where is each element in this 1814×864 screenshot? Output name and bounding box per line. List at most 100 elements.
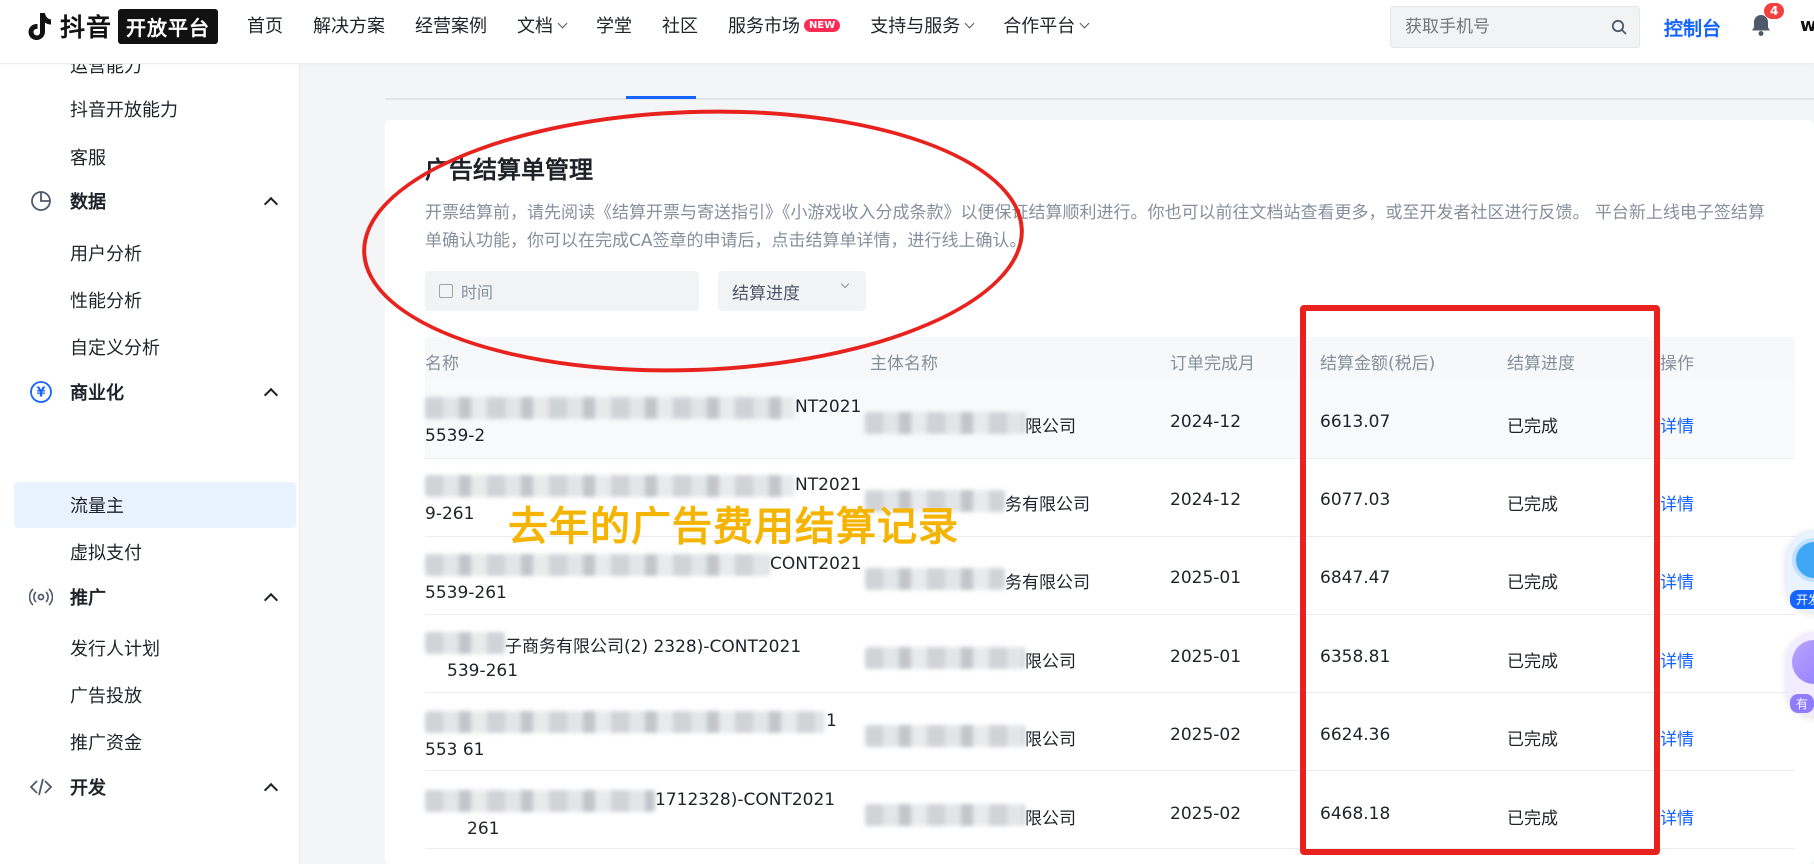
entity-cell-fragment: 限公司 (1025, 809, 1076, 829)
redacted-name (425, 632, 505, 654)
detail-link[interactable]: 详情 (1660, 568, 1694, 593)
new-badge: NEW (804, 18, 841, 32)
chevron-down-icon (557, 18, 568, 28)
sidebar-item-virtual-payment[interactable]: 虚拟支付 (70, 539, 142, 565)
sidebar-item-traffic-owner[interactable]: 流量主 (70, 492, 124, 518)
chevron-down-icon (1079, 18, 1090, 28)
name-cell-fragment: NT2021 (795, 397, 862, 417)
avatar[interactable]: w (1800, 15, 1814, 36)
sidebar-item-performance-analysis[interactable]: 性能分析 (70, 287, 142, 313)
nav-home[interactable]: 首页 (247, 12, 283, 38)
nav-partners[interactable]: 合作平台 (1003, 12, 1090, 38)
sidebar-group-develop[interactable]: 开发 (28, 774, 106, 800)
nav-support[interactable]: 支持与服务 (870, 12, 975, 38)
sidebar-item-promo-funds[interactable]: 推广资金 (70, 729, 142, 755)
entity-cell-fragment: 限公司 (1025, 417, 1076, 437)
name-cell-fragment: 9-261 (425, 504, 475, 524)
chevron-up-icon[interactable] (263, 782, 279, 798)
redacted-entity (865, 412, 1025, 434)
month-cell: 2025-01 (1170, 647, 1242, 667)
redacted-entity (865, 804, 1025, 826)
sidebar-item-operations[interactable]: 运营能力 (70, 64, 142, 78)
redacted-name (425, 397, 795, 419)
sidebar-group-data[interactable]: 数据 (28, 188, 106, 214)
nav-label: 首页 (247, 16, 283, 37)
douyin-logo-icon (28, 13, 51, 40)
entity-cell-fragment: 限公司 (1025, 730, 1076, 750)
column-header-name: 名称 (425, 354, 459, 374)
broadcast-icon (28, 584, 54, 610)
nav-label: 社区 (662, 16, 698, 37)
sidebar-item-user-analysis[interactable]: 用户分析 (70, 240, 142, 266)
redacted-name (425, 790, 655, 812)
column-header-entity: 主体名称 (870, 354, 938, 374)
assistant-avatar-icon (1792, 538, 1814, 582)
search-box (1390, 6, 1640, 48)
pie-chart-icon (28, 188, 54, 214)
column-header-action: 操作 (1660, 354, 1694, 374)
search-input[interactable] (1391, 7, 1591, 47)
helper-label: 有 (1790, 694, 1814, 713)
sidebar-group-promotion[interactable]: 推广 (28, 584, 106, 610)
nav-label: 合作平台 (1003, 16, 1076, 37)
detail-link[interactable]: 详情 (1660, 647, 1694, 672)
entity-cell-fragment: 务有限公司 (1005, 495, 1090, 515)
detail-link[interactable]: 详情 (1660, 412, 1694, 437)
name-cell-fragment: 5539-261 (425, 583, 507, 603)
tab-active-indicator (626, 96, 696, 99)
chevron-up-icon[interactable] (263, 196, 279, 212)
detail-link[interactable]: 详情 (1660, 725, 1694, 750)
notification-count-badge: 4 (1764, 3, 1785, 19)
month-cell: 2025-02 (1170, 804, 1242, 824)
name-cell-fragment: 1 (826, 711, 837, 731)
sidebar-group-label: 推广 (70, 588, 106, 609)
floating-assistant-button[interactable]: 开发 (1786, 530, 1814, 612)
nav-label: 文档 (517, 16, 553, 37)
redacted-name (425, 711, 825, 733)
name-cell-fragment: 1712328)-CONT2021 (655, 790, 836, 810)
chevron-up-icon[interactable] (263, 387, 279, 403)
helper-avatar-icon (1792, 640, 1814, 684)
sidebar-item-publisher-plan[interactable]: 发行人计划 (70, 635, 160, 661)
sidebar-item-custom-analysis[interactable]: 自定义分析 (70, 334, 160, 360)
column-header-month: 订单完成月 (1170, 354, 1255, 374)
main-menu: 首页 解决方案 经营案例 文档 学堂 社区 服务市场 NEW 支持与服务 合作平台 (247, 0, 1118, 50)
brand-name: 抖音 (60, 13, 113, 42)
nav-market[interactable]: 服务市场 NEW (728, 12, 841, 38)
chevron-up-icon[interactable] (263, 592, 279, 608)
nav-docs[interactable]: 文档 (517, 12, 568, 38)
sidebar-item-ad-placement[interactable]: 广告投放 (70, 682, 142, 708)
name-cell-fragment: 261 (467, 819, 500, 839)
detail-link[interactable]: 详情 (1660, 804, 1694, 829)
name-cell-fragment: CONT2021 (770, 554, 862, 574)
brand-logo[interactable]: 抖音 开放平台 (22, 8, 219, 44)
sidebar-item-douyin-open[interactable]: 抖音开放能力 (70, 96, 178, 122)
month-cell: 2025-01 (1170, 568, 1242, 588)
detail-link[interactable]: 详情 (1660, 490, 1694, 515)
sidebar: 运营能力 抖音开放能力 客服 数据 用户分析 性能分析 自定义分析 ¥ 商业化 … (0, 64, 300, 864)
sidebar-group-label: 商业化 (70, 383, 124, 404)
console-link[interactable]: 控制台 (1664, 14, 1721, 41)
month-cell: 2024-12 (1170, 490, 1242, 510)
yuan-icon: ¥ (28, 379, 54, 405)
nav-label: 服务市场 (728, 16, 800, 37)
tab-bar (385, 98, 1814, 100)
redacted-name (425, 554, 770, 576)
nav-community[interactable]: 社区 (662, 12, 698, 38)
nav-label: 解决方案 (313, 16, 385, 37)
sidebar-group-monetization[interactable]: ¥ 商业化 (28, 379, 124, 405)
search-icon[interactable] (1611, 19, 1627, 35)
assistant-label: 开发 (1790, 590, 1814, 609)
name-cell-fragment: 553 61 (425, 740, 485, 760)
month-cell: 2024-12 (1170, 412, 1242, 432)
nav-label: 学堂 (596, 16, 632, 37)
month-cell: 2025-02 (1170, 725, 1242, 745)
nav-academy[interactable]: 学堂 (596, 12, 632, 38)
name-cell-fragment: NT2021 (795, 475, 862, 495)
nav-cases[interactable]: 经营案例 (415, 12, 487, 38)
nav-solutions[interactable]: 解决方案 (313, 12, 385, 38)
floating-helper-button[interactable]: 有 (1786, 632, 1814, 716)
sidebar-item-customer-service[interactable]: 客服 (70, 144, 106, 170)
svg-text:¥: ¥ (36, 386, 45, 401)
annotation-text: 去年的广告费用结算记录 (508, 504, 959, 550)
